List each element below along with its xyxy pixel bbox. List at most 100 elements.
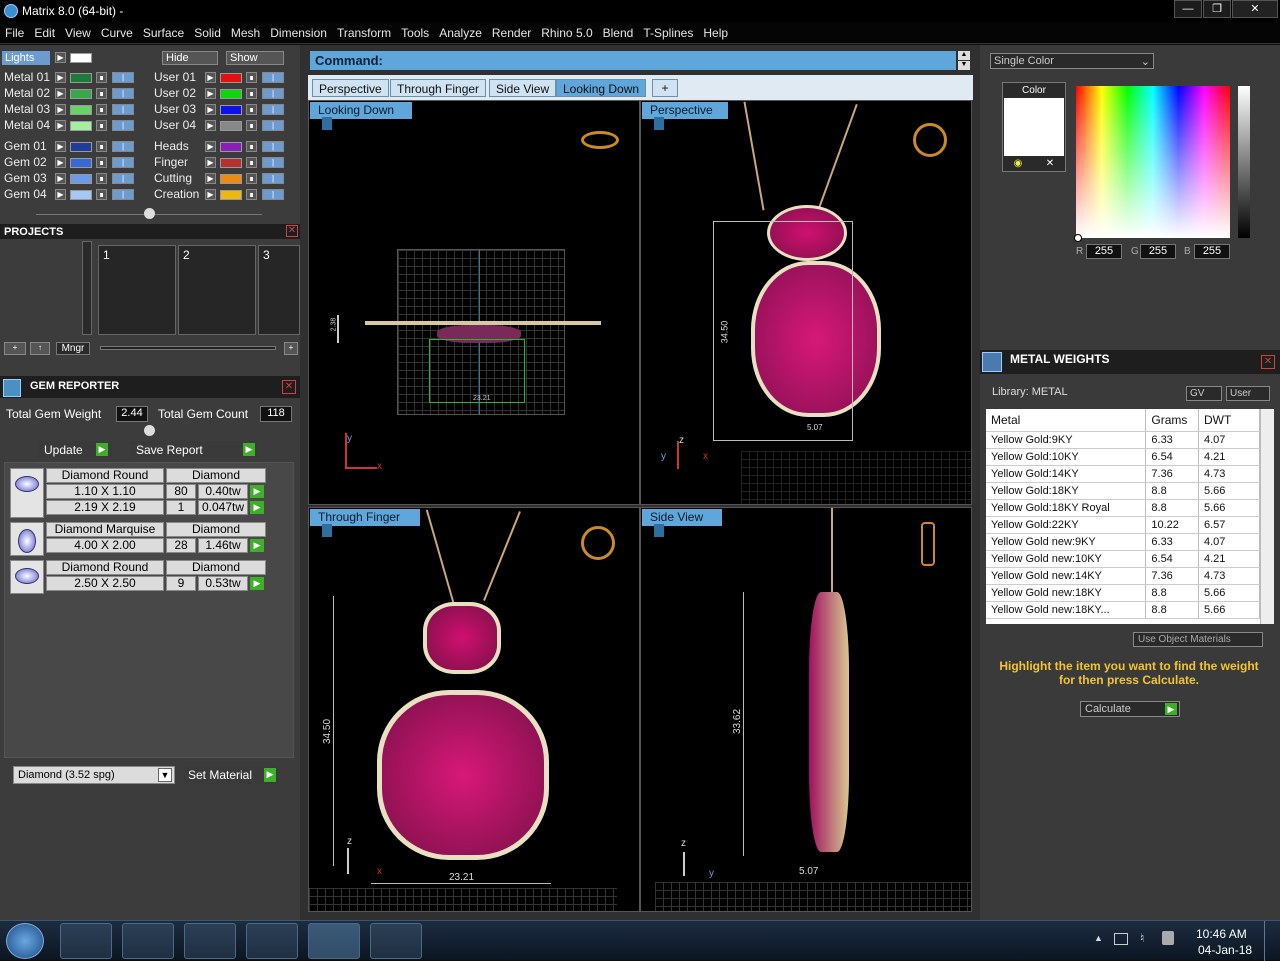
layer-arrow-icon[interactable]: ▶ [205,104,216,115]
layer-row-l-4[interactable]: Gem 01 ▶ ∎ | [0,139,148,154]
lock-icon[interactable]: ∎ [246,141,257,152]
layer-color-swatch[interactable] [70,190,92,200]
visibility-toggle[interactable]: | [262,120,284,131]
lights-arrow[interactable]: ▶ [55,52,66,63]
layer-arrow-icon[interactable]: ▶ [55,157,66,168]
metal-row[interactable]: Yellow Gold:18KY Royal 8.8 5.66 [986,499,1261,517]
palette-icon[interactable]: ◉ [1010,158,1026,170]
project-slot-2[interactable]: 2 [178,245,256,335]
internet-explorer-icon[interactable] [184,923,236,959]
layer-row-r-1[interactable]: User 02 ▶ ∎ | [150,86,298,101]
battery-icon[interactable] [1162,931,1174,945]
color-cursor[interactable] [1074,234,1082,242]
layer-color-swatch[interactable] [70,174,92,184]
layer-color-swatch[interactable] [70,89,92,99]
project-slot-3[interactable]: 3 [258,245,300,335]
projects-slider[interactable] [100,346,276,350]
clock-time[interactable]: 10:46 AM [1196,927,1247,941]
matrix-app-icon[interactable] [308,923,360,959]
layer-color-swatch[interactable] [70,73,92,83]
lock-icon[interactable]: ∎ [246,88,257,99]
gem-collapse-handle[interactable] [144,425,155,436]
layer-color-swatch[interactable] [70,158,92,168]
command-scroll-down[interactable]: ▼ [958,61,970,70]
menu-rhino[interactable]: Rhino 5.0 [536,22,597,40]
viewport-label-tl[interactable]: Looking Down [310,102,412,130]
gem-reporter-close-icon[interactable]: ✕ [282,380,296,394]
material-select[interactable]: Diamond (3.52 spg) [13,766,175,784]
b-input[interactable]: 255 [1194,244,1230,259]
metal-table-scrollbar[interactable] [1260,409,1274,624]
firefox-icon[interactable] [246,923,298,959]
visibility-toggle[interactable]: | [112,120,134,131]
layer-color-swatch[interactable] [220,105,242,115]
metal-row[interactable]: Yellow Gold new:14KY 7.36 4.73 [986,567,1261,585]
save-report-button[interactable]: Save Report [130,441,258,458]
lock-icon[interactable]: ∎ [246,189,257,200]
user-toggle[interactable]: User [1226,386,1270,401]
layer-color-swatch[interactable] [220,190,242,200]
viewport-menu-icon[interactable] [322,524,332,537]
layer-row-l-6[interactable]: Gem 03 ▶ ∎ | [0,171,148,186]
layer-color-swatch[interactable] [70,142,92,152]
tab-perspective[interactable]: Perspective [312,79,389,97]
viewport-label-tr[interactable]: Perspective [642,102,728,130]
layer-row-l-0[interactable]: Metal 01 ▶ ∎ | [0,70,148,85]
menu-blend[interactable]: Blend [598,22,639,40]
layer-arrow-icon[interactable]: ▶ [205,72,216,83]
metal-row[interactable]: Yellow Gold:9KY 6.33 4.07 [986,431,1261,449]
menu-solid[interactable]: Solid [189,22,226,40]
tab-through-finger[interactable]: Through Finger [390,79,487,97]
clock-date[interactable]: 04-Jan-18 [1198,943,1252,957]
show-toggle[interactable]: Show [226,51,284,65]
layer-row-l-1[interactable]: Metal 02 ▶ ∎ | [0,86,148,101]
lock-icon[interactable]: ∎ [96,88,107,99]
mngr-button[interactable]: Mngr [56,342,90,355]
layer-row-r-5[interactable]: Finger ▶ ∎ | [150,155,298,170]
zoom-plus-button[interactable]: + [284,342,298,355]
color-spectrum-picker[interactable] [1076,86,1230,238]
visibility-toggle[interactable]: | [112,189,134,200]
viewport-menu-icon[interactable] [654,524,664,537]
viewport-label-br[interactable]: Side View [642,509,722,537]
layer-row-r-7[interactable]: Creation ▶ ∎ | [150,187,298,202]
visibility-toggle[interactable]: | [262,157,284,168]
layer-color-swatch[interactable] [220,89,242,99]
viewport-label-bl[interactable]: Through Finger [310,509,420,537]
image-viewer-icon[interactable] [370,923,422,959]
layer-color-swatch[interactable] [220,158,242,168]
metal-row[interactable]: Yellow Gold new:18KY 8.8 5.66 [986,584,1261,602]
tab-looking-down[interactable]: Looking Down [556,79,647,97]
viewport-looking-down[interactable]: Looking Down 2.38 23.21 y x [308,100,640,505]
menu-mesh[interactable]: Mesh [226,22,265,40]
col-metal[interactable]: Metal [986,409,1147,432]
layer-row-r-6[interactable]: Cutting ▶ ∎ | [150,171,298,186]
layer-arrow-icon[interactable]: ▶ [205,173,216,184]
lock-icon[interactable]: ∎ [96,104,107,115]
gem-select-button[interactable]: ▶ [250,539,264,552]
gem-select-button[interactable]: ▶ [250,485,264,498]
menu-help[interactable]: Help [698,22,733,40]
lock-icon[interactable]: ∎ [246,157,257,168]
viewport-perspective[interactable]: Perspective 34.50 5.07 z y x [640,100,972,505]
viewport-menu-icon[interactable] [654,117,664,130]
project-slot-1[interactable]: 1 [98,245,176,335]
save-report-go-icon[interactable]: ▶ [243,443,255,456]
start-button[interactable] [6,923,44,959]
file-explorer-icon[interactable] [122,923,174,959]
layer-row-r-0[interactable]: User 01 ▶ ∎ | [150,70,298,85]
visibility-toggle[interactable]: | [112,157,134,168]
gv-toggle[interactable]: GV [1186,386,1222,401]
menu-view[interactable]: View [60,22,96,40]
menu-dimension[interactable]: Dimension [265,22,332,40]
lock-icon[interactable]: ∎ [246,120,257,131]
menu-tsplines[interactable]: T-Splines [638,22,698,40]
layer-row-r-2[interactable]: User 03 ▶ ∎ | [150,102,298,117]
metal-row[interactable]: Yellow Gold:10KY 6.54 4.21 [986,448,1261,466]
layer-arrow-icon[interactable]: ▶ [55,120,66,131]
layer-arrow-icon[interactable]: ▶ [55,141,66,152]
visibility-toggle[interactable]: | [262,189,284,200]
gem-select-button[interactable]: ▶ [250,577,264,590]
projects-close-icon[interactable]: ✕ [286,225,298,237]
viewport-through-finger[interactable]: Through Finger 34.50 23.21 z x [308,507,640,912]
